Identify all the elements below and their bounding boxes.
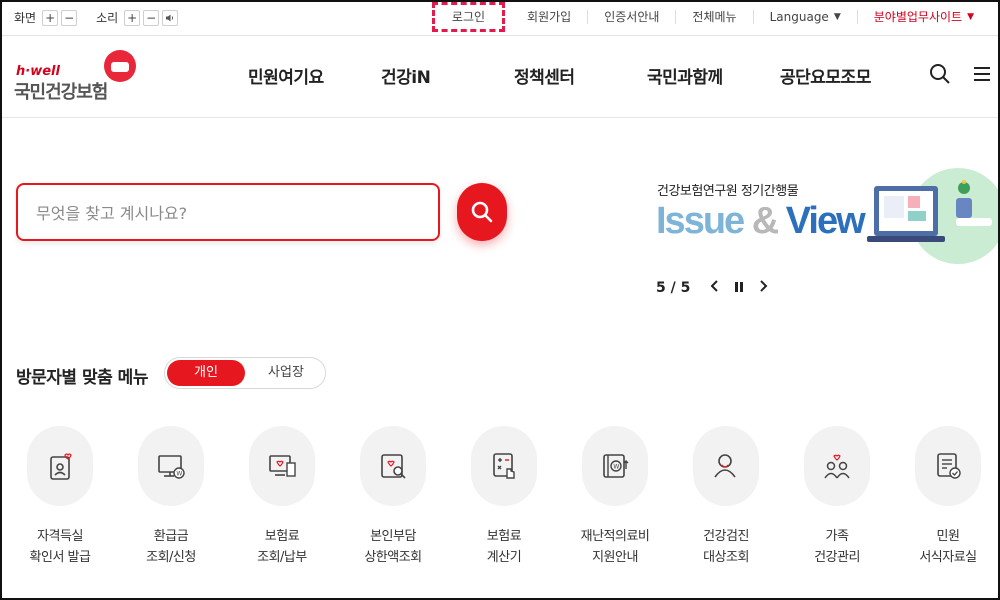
utility-bar: 화면 + − 소리 + − 로그인 회원가입 인증서안내 전체메뉴 Langua…	[0, 0, 1000, 36]
quick-menu-premium-payment[interactable]: 보험료 조회/납부	[227, 426, 337, 568]
quick-menu-copay-ceiling[interactable]: 본인부담 상한액조회	[338, 426, 448, 568]
qm-icon-bg	[249, 426, 315, 506]
person-checkup-icon	[714, 454, 736, 478]
field-site-label: 분야별업무사이트	[873, 10, 963, 24]
search-input[interactable]	[36, 200, 416, 226]
search-icon	[471, 201, 493, 223]
qm-icon-bg: W	[138, 426, 204, 506]
search-button[interactable]	[457, 183, 507, 241]
qm-label: 보험료 계산기	[486, 529, 522, 565]
accessibility-controls: 화면 + − 소리 + −	[14, 9, 181, 26]
banner-title-issue: Issue	[656, 200, 745, 242]
svg-text:W: W	[613, 464, 619, 471]
screen-zoom-in-button[interactable]: +	[42, 9, 59, 26]
language-label: Language	[769, 10, 829, 24]
screen-zoom-out-button[interactable]: −	[61, 9, 78, 26]
qm-label: 자격득실 확인서 발급	[29, 529, 91, 565]
banner-slide-controls: 5 / 5	[656, 278, 768, 297]
volume-down-button[interactable]: −	[143, 9, 160, 26]
caret-down-icon: ▼	[833, 12, 841, 22]
hamburger-menu-icon[interactable]	[970, 62, 994, 86]
volume-up-button[interactable]: +	[124, 9, 141, 26]
nhis-logo[interactable]: h·well 국민건강보험	[14, 50, 144, 106]
speaker-icon[interactable]	[162, 9, 179, 26]
tab-business[interactable]: 사업장	[247, 360, 325, 386]
qm-label: 본인부담 상한액조회	[364, 529, 422, 565]
qm-icon-bg	[693, 426, 759, 506]
monitor-coin-icon: W	[158, 455, 185, 479]
field-site-selector[interactable]: 분야별업무사이트 ▼	[856, 10, 990, 24]
quick-menu-health-checkup[interactable]: 건강검진 대상조회	[671, 426, 781, 568]
quick-menu-forms-library[interactable]: 민원 서식자료실	[893, 426, 1000, 568]
form-check-icon	[937, 453, 961, 479]
main-navigation: h·well 국민건강보험 민원여기요 건강iN 정책센터 국민과함께 공단요모…	[0, 36, 1000, 118]
logo-mascot-icon	[104, 50, 136, 82]
caret-down-icon: ▼	[967, 12, 974, 22]
next-slide-icon[interactable]	[758, 278, 768, 297]
language-selector[interactable]: Language ▼	[752, 10, 857, 24]
quick-menu-refund-inquiry[interactable]: W 환급금 조회/신청	[116, 426, 226, 568]
qm-label: 환급금 조회/신청	[146, 529, 196, 565]
qm-label: 가족 건강관리	[814, 529, 860, 565]
banner-title-amp: &	[751, 200, 779, 242]
svg-text:W: W	[176, 471, 182, 478]
qm-label: 보험료 조회/납부	[257, 529, 307, 565]
screen-size-label: 화면	[14, 11, 37, 25]
pause-icon[interactable]	[734, 278, 744, 297]
qm-label: 건강검진 대상조회	[703, 529, 749, 565]
search-icon[interactable]	[928, 62, 952, 86]
banner-title[interactable]: Issue & View	[656, 200, 866, 243]
logo-tagline: h·well	[16, 64, 60, 79]
banner-title-view: View	[785, 200, 866, 242]
qm-icon-bg	[915, 426, 981, 506]
utility-links: 로그인 회원가입 인증서안내 전체메뉴 Language ▼ 분야별업무사이트 …	[431, 2, 990, 32]
qm-label: 재난적의료비 지원안내	[580, 529, 650, 565]
quick-menu-family-health[interactable]: 가족 건강관리	[782, 426, 892, 568]
qm-icon-bg	[360, 426, 426, 506]
calculator-hand-icon	[493, 453, 515, 479]
logo-name: 국민건강보험	[14, 82, 108, 103]
nav-item-civil-service[interactable]: 민원여기요	[248, 63, 324, 88]
visitor-type-toggle: 개인 사업장	[164, 357, 326, 389]
signup-link[interactable]: 회원가입	[511, 10, 587, 24]
slide-counter: 5 / 5	[656, 279, 691, 296]
nav-item-health-in[interactable]: 건강iN	[381, 63, 431, 88]
qm-icon-bg: W	[582, 426, 648, 506]
nav-item-policy-center[interactable]: 정책센터	[514, 63, 575, 88]
document-search-icon	[381, 454, 406, 479]
sound-label: 소리	[96, 11, 119, 25]
all-menu-link[interactable]: 전체메뉴	[675, 10, 752, 24]
login-link[interactable]: 로그인	[431, 2, 506, 32]
search-box	[16, 183, 440, 241]
section-title: 방문자별 맞춤 메뉴	[16, 368, 148, 388]
laptop-illustration	[864, 160, 1000, 275]
quick-menu-catastrophic-medical[interactable]: W 재난적의료비 지원안내	[560, 426, 670, 568]
monitor-receipt-icon	[269, 455, 296, 477]
quick-menu-qualification-certificate[interactable]: 자격득실 확인서 발급	[5, 426, 115, 568]
tab-individual[interactable]: 개인	[167, 360, 245, 386]
qm-label: 민원 서식자료실	[919, 529, 977, 565]
quick-menu-premium-calculator[interactable]: 보험료 계산기	[449, 426, 559, 568]
qm-icon-bg	[804, 426, 870, 506]
qm-icon-bg	[27, 426, 93, 506]
book-coin-icon: W	[603, 454, 629, 478]
prev-slide-icon[interactable]	[710, 278, 720, 297]
qm-icon-bg	[471, 426, 537, 506]
nav-item-about-corp[interactable]: 공단요모조모	[780, 63, 871, 88]
banner-subtitle: 건강보험연구원 정기간행물	[657, 184, 799, 199]
family-icon	[824, 454, 850, 479]
certificate-guide-link[interactable]: 인증서안내	[587, 10, 675, 24]
id-card-heart-icon	[50, 453, 72, 480]
nav-item-with-people[interactable]: 국민과함께	[647, 63, 723, 88]
